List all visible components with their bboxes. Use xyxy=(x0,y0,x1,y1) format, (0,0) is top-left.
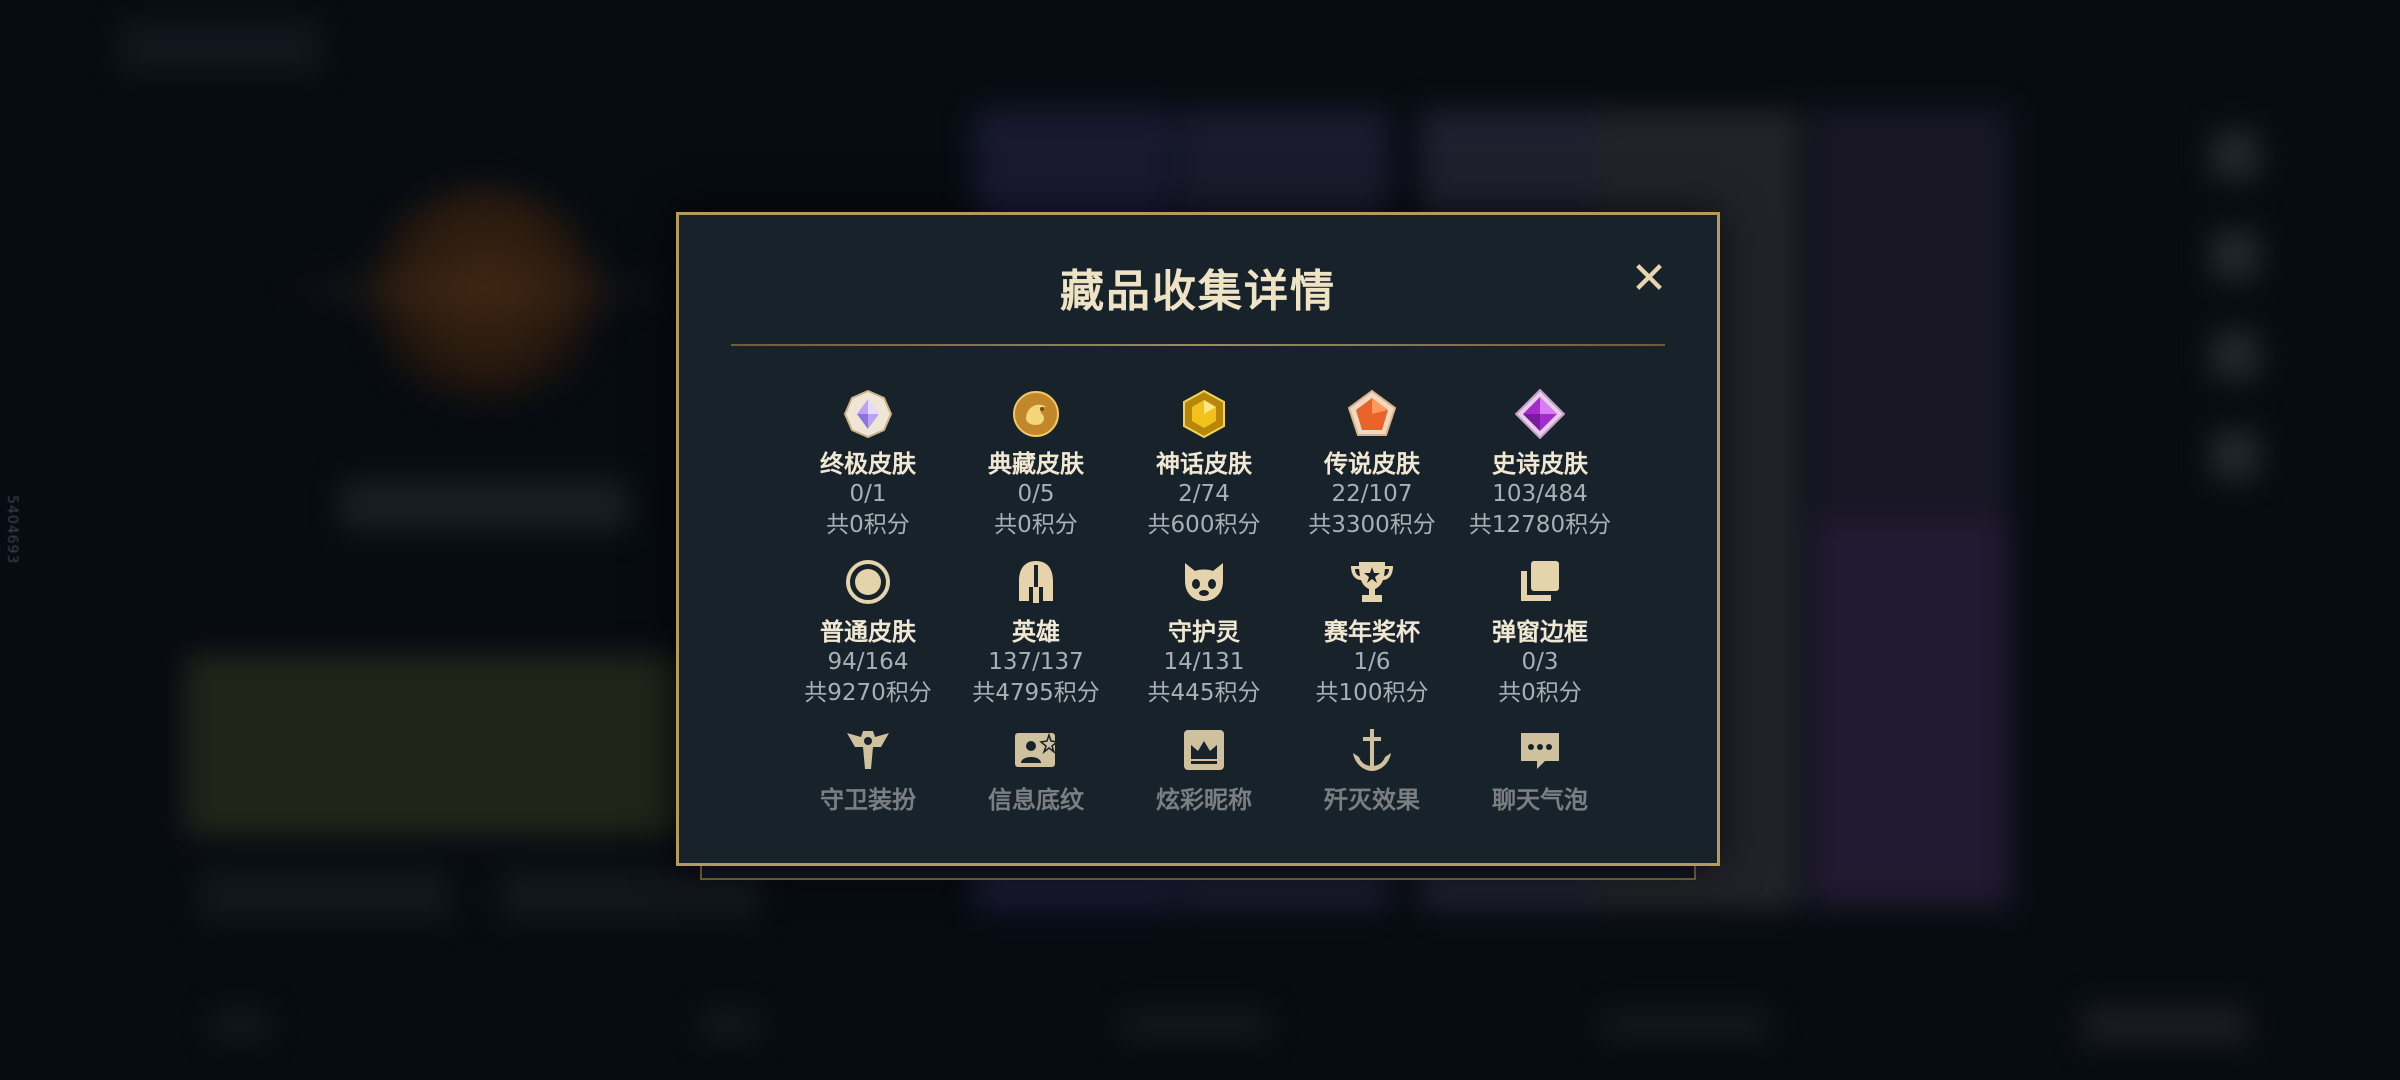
category-legendary-skin[interactable]: 传说皮肤 22/107 共3300积分 xyxy=(1288,387,1456,541)
category-count: 2/74 xyxy=(1178,481,1230,507)
chat-bubble-icon xyxy=(1456,723,1624,777)
category-count: 103/484 xyxy=(1492,481,1588,507)
category-points: 共12780积分 xyxy=(1468,512,1612,538)
category-ace-effect[interactable]: 歼灭效果 xyxy=(1288,723,1456,815)
category-count: 0/1 xyxy=(849,481,887,507)
category-points: 共0积分 xyxy=(994,512,1078,538)
ward-icon xyxy=(784,723,952,777)
category-points: 共600积分 xyxy=(1147,512,1261,538)
crown-badge-icon xyxy=(1120,723,1288,777)
category-points: 共9270积分 xyxy=(804,680,932,706)
stacked-frames-icon xyxy=(1456,555,1624,609)
category-name: 歼灭效果 xyxy=(1324,786,1420,814)
category-count: 22/107 xyxy=(1331,481,1413,507)
category-name: 赛年奖杯 xyxy=(1324,618,1420,646)
category-points: 共100积分 xyxy=(1315,680,1429,706)
category-ward-skin[interactable]: 守卫装扮 xyxy=(784,723,952,815)
category-points: 共3300积分 xyxy=(1308,512,1436,538)
helmet-icon xyxy=(952,555,1120,609)
close-button[interactable]: ✕ xyxy=(1629,257,1669,301)
category-name: 守卫装扮 xyxy=(820,786,916,814)
category-name: 英雄 xyxy=(1012,618,1060,646)
category-points: 共0积分 xyxy=(1498,680,1582,706)
category-grid[interactable]: 终极皮肤 0/1 共0积分 典藏皮肤 0/5 共0积分 神话皮肤 2/74 共6… xyxy=(679,375,1717,815)
category-count: 0/5 xyxy=(1017,481,1055,507)
category-epic-skin[interactable]: 史诗皮肤 103/484 共12780积分 xyxy=(1456,387,1624,541)
category-name: 普通皮肤 xyxy=(820,618,916,646)
profile-card-icon xyxy=(952,723,1120,777)
category-mythic-skin[interactable]: 神话皮肤 2/74 共600积分 xyxy=(1120,387,1288,541)
category-ultimate-skin[interactable]: 终极皮肤 0/1 共0积分 xyxy=(784,387,952,541)
side-id-text: 5404693 xyxy=(4,495,20,565)
category-champion[interactable]: 英雄 137/137 共4795积分 xyxy=(952,555,1120,709)
category-points: 共0积分 xyxy=(826,512,910,538)
collection-details-dialog: 藏品收集详情 ✕ 终极皮肤 0/1 共0积分 典藏皮肤 0/5 共0积分 神话皮… xyxy=(676,212,1720,866)
category-points: 共4795积分 xyxy=(972,680,1100,706)
category-count: 94/164 xyxy=(827,649,909,675)
category-name: 弹窗边框 xyxy=(1492,618,1588,646)
category-common-skin[interactable]: 普通皮肤 94/164 共9270积分 xyxy=(784,555,952,709)
category-count: 137/137 xyxy=(988,649,1084,675)
category-name: 史诗皮肤 xyxy=(1492,450,1588,478)
category-name: 聊天气泡 xyxy=(1492,786,1588,814)
category-chat-bubble[interactable]: 聊天气泡 xyxy=(1456,723,1624,815)
category-count: 0/3 xyxy=(1521,649,1559,675)
category-count: 14/131 xyxy=(1163,649,1245,675)
category-name: 传说皮肤 xyxy=(1324,450,1420,478)
mythic-hexagon-icon xyxy=(1120,387,1288,441)
ring-icon xyxy=(784,555,952,609)
anchor-icon xyxy=(1288,723,1456,777)
epic-diamond-icon xyxy=(1456,387,1624,441)
title-divider xyxy=(731,344,1665,346)
dialog-title: 藏品收集详情 xyxy=(1060,266,1336,317)
guardian-face-icon xyxy=(1120,555,1288,609)
category-name: 炫彩昵称 xyxy=(1156,786,1252,814)
category-count: 1/6 xyxy=(1353,649,1391,675)
legendary-pentagon-icon xyxy=(1288,387,1456,441)
ultimate-gem-icon xyxy=(784,387,952,441)
category-collector-skin[interactable]: 典藏皮肤 0/5 共0积分 xyxy=(952,387,1120,541)
category-name: 典藏皮肤 xyxy=(988,450,1084,478)
category-season-trophy[interactable]: 赛年奖杯 1/6 共100积分 xyxy=(1288,555,1456,709)
category-name: 神话皮肤 xyxy=(1156,450,1252,478)
category-name: 终极皮肤 xyxy=(820,450,916,478)
modal-base-ledge xyxy=(700,866,1696,880)
category-name: 信息底纹 xyxy=(988,786,1084,814)
trophy-icon xyxy=(1288,555,1456,609)
category-profile-banner[interactable]: 信息底纹 xyxy=(952,723,1120,815)
category-points: 共445积分 xyxy=(1147,680,1261,706)
category-guardian[interactable]: 守护灵 14/131 共445积分 xyxy=(1120,555,1288,709)
dragon-coin-icon xyxy=(952,387,1120,441)
category-name: 守护灵 xyxy=(1168,618,1240,646)
category-colorful-nickname[interactable]: 炫彩昵称 xyxy=(1120,723,1288,815)
category-popup-frame[interactable]: 弹窗边框 0/3 共0积分 xyxy=(1456,555,1624,709)
